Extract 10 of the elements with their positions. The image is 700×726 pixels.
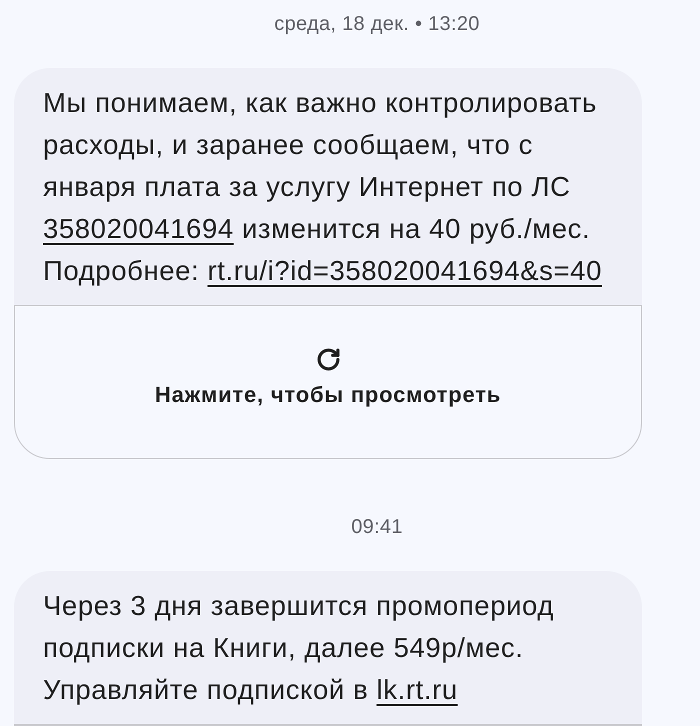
message-timestamp: 09:41 (351, 515, 403, 540)
message-timestamp: среда, 18 дек. • 13:20 (274, 12, 480, 37)
refresh-icon (316, 347, 340, 372)
message-link[interactable]: lk.rt.ru (376, 674, 458, 705)
message-link[interactable]: rt.ru/i?id=358020041694&s=40 (208, 255, 602, 286)
message-bubble: Мы понимаем, как важно контролировать расходы, и заранее сообщаем, что с января плата за услугу Интернет по ЛС 358020041694 изменится на 40 руб./мес. Подробнее: rt.ru/i?id=358020041694&s=40 (14, 68, 642, 305)
preview-card[interactable]: Нажмите, чтобы просмотреть (14, 305, 642, 459)
message-link[interactable]: 358020041694 (43, 213, 234, 244)
message-bubble: Через 3 дня завершится промопериод подписки на Книги, далее 549р/мес. Управляйте подпиской в lk.rt.ru (14, 571, 642, 724)
preview-label: Нажмите, чтобы просмотреть (154, 381, 502, 409)
